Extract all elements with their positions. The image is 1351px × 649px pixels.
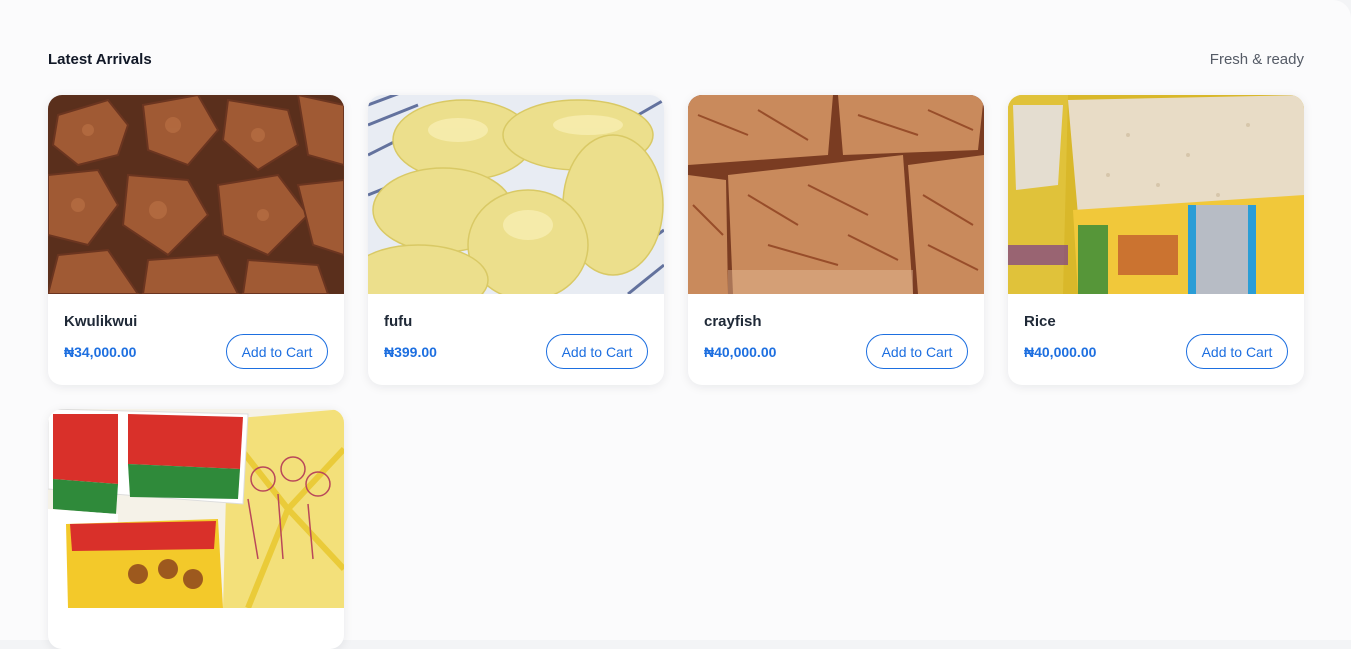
product-name: Kwulikwui — [64, 313, 138, 330]
product-price: ₦34,000.00 — [64, 344, 137, 360]
section-title: Latest Arrivals — [48, 50, 152, 68]
products-panel: Latest Arrivals Fresh & ready Kwulikwui … — [0, 0, 1351, 649]
add-to-cart-button[interactable]: Add to Cart — [866, 334, 968, 369]
product-image[interactable] — [688, 95, 984, 294]
section-header: Latest Arrivals Fresh & ready — [48, 48, 1304, 70]
product-card-rice[interactable]: Rice ₦40,000.00 Add to Cart — [1008, 95, 1304, 385]
indomie-carton-photo — [48, 409, 344, 608]
product-card-kwulikwui[interactable]: Kwulikwui ₦34,000.00 Add to Cart — [48, 95, 344, 385]
product-price: ₦399.00 — [384, 344, 437, 360]
fufu-photo — [368, 95, 664, 294]
kwulikwui-photo — [48, 95, 344, 294]
crayfish-photo — [688, 95, 984, 294]
section-subtitle: Fresh & ready — [1209, 50, 1304, 68]
add-to-cart-button[interactable]: Add to Cart — [1186, 334, 1288, 369]
add-to-cart-button[interactable]: Add to Cart — [546, 334, 648, 369]
product-card-fufu[interactable]: fufu ₦399.00 Add to Cart — [368, 95, 664, 385]
product-price: ₦40,000.00 — [704, 344, 777, 360]
product-name: fufu — [384, 313, 413, 330]
product-price: ₦40,000.00 — [1024, 344, 1097, 360]
product-image[interactable] — [1008, 95, 1304, 294]
product-card-crayfish[interactable]: crayfish ₦40,000.00 Add to Cart — [688, 95, 984, 385]
product-name: Rice — [1024, 313, 1056, 330]
product-card-indomie[interactable] — [48, 409, 344, 649]
product-name: crayfish — [704, 313, 762, 330]
product-image[interactable] — [48, 409, 344, 608]
product-image[interactable] — [48, 95, 344, 294]
add-to-cart-button[interactable]: Add to Cart — [226, 334, 328, 369]
product-image[interactable] — [368, 95, 664, 294]
rice-sack-photo — [1008, 95, 1304, 294]
